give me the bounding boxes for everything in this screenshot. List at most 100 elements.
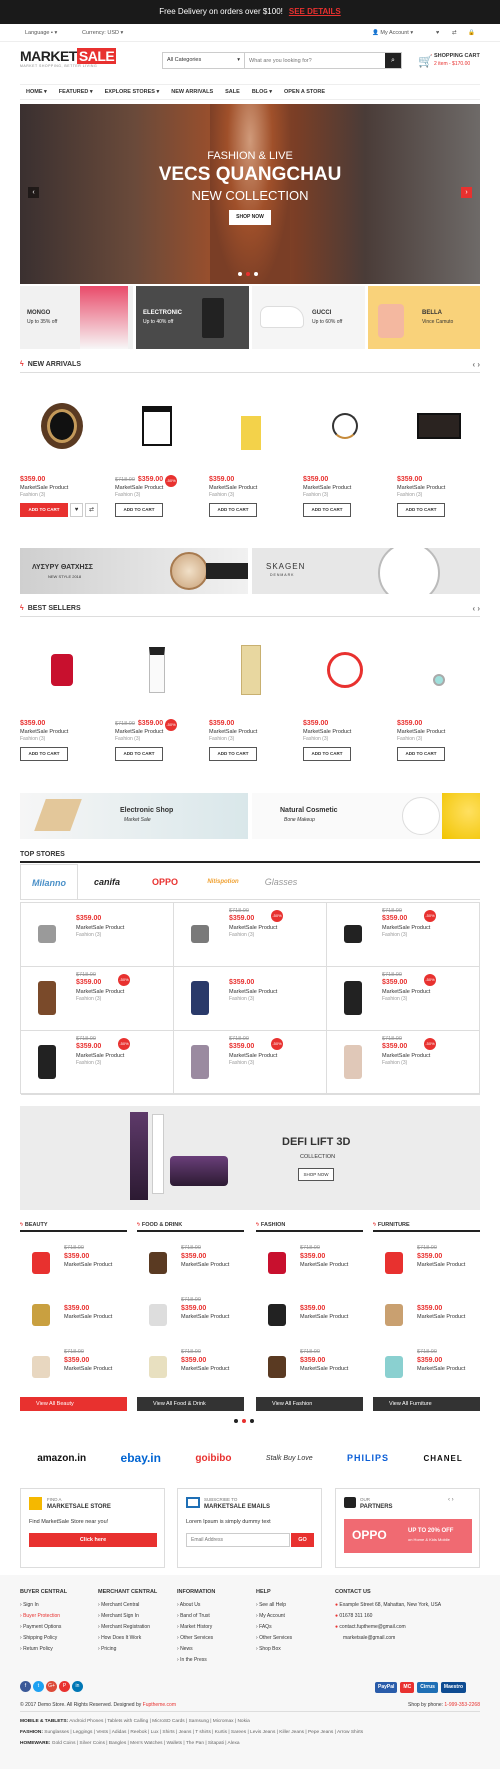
google-plus-icon[interactable]: G+ [46, 1681, 57, 1692]
brand-tab[interactable]: Nitispotion [194, 864, 252, 899]
nav-home[interactable]: HOME ▾ [20, 85, 53, 99]
page-dot[interactable] [234, 1419, 238, 1423]
product-image[interactable] [381, 1246, 407, 1280]
product-card[interactable]: $359.00 MarketSale Product Fashion (3) ADD … [397, 384, 482, 524]
hugo-icon[interactable] [307, 628, 383, 712]
designer-link[interactable]: Fuptheme.com [143, 1702, 176, 1708]
footer-link-row[interactable]: HOMEWARE: Gold Coins | Silver Coins | Ba… [20, 1738, 480, 1749]
product-name[interactable]: MarketSale Product [382, 925, 430, 931]
product-name[interactable]: MarketSale Product [397, 729, 445, 735]
product-card[interactable]: -50% $718.00 $359.00 MarketSale Product Fash… [115, 628, 200, 768]
category-product[interactable]: $718.00 $359.00 MarketSale Product [137, 1344, 244, 1394]
footer-link[interactable]: › Merchant Sign In [98, 1611, 157, 1622]
product-image[interactable] [184, 979, 216, 1017]
product-image[interactable] [145, 1246, 171, 1280]
promo-card-mongo[interactable]: MONGO Up to 35% off [20, 286, 133, 349]
brand-logo[interactable]: amazon.in [37, 1453, 86, 1464]
facebook-icon[interactable]: f [20, 1681, 31, 1692]
product-image[interactable] [264, 1350, 290, 1384]
hero-next-arrow[interactable]: › [461, 187, 472, 198]
account-menu[interactable]: 👤 My Account ▾ [372, 24, 413, 42]
product-image[interactable] [31, 915, 63, 953]
product-image[interactable] [28, 1246, 54, 1280]
footer-link[interactable]: › Market History [177, 1622, 215, 1633]
brand-tab[interactable]: OPPO [136, 864, 194, 899]
product-name[interactable]: MarketSale Product [382, 1053, 430, 1059]
brand-logo[interactable]: goibibo [195, 1453, 231, 1464]
page-dot[interactable] [250, 1419, 254, 1423]
footer-link-row[interactable]: MOBILE & TABLETS: Android Phones | Table… [20, 1716, 480, 1727]
compare-icon[interactable]: ⇄ [452, 24, 457, 42]
product-image[interactable] [28, 1298, 54, 1332]
brand-tab[interactable]: Glasses [252, 864, 310, 899]
skagen-banner[interactable]: SKAGEN DENMARK [252, 548, 480, 594]
product-card[interactable]: $359.00 MarketSale Product Fashion (3) ADD … [20, 384, 105, 524]
add-to-cart-button[interactable]: ADD TO CART [303, 747, 351, 761]
partner-arrows[interactable]: ‹ › [448, 1497, 454, 1503]
footer-link[interactable]: › FAQs [256, 1622, 292, 1633]
add-to-cart-button[interactable]: ADD TO CART [397, 747, 445, 761]
store-product[interactable]: $718.00 $359.00 -50% MarketSale Product Fash… [21, 1031, 174, 1095]
product-card[interactable]: $359.00 MarketSale Product Fashion (3) ADD … [303, 628, 388, 768]
product-image[interactable] [264, 1298, 290, 1332]
store-product[interactable]: $718.00 $359.00 -50% MarketSale Product Fash… [21, 967, 174, 1031]
hero-prev-arrow[interactable]: ‹ [28, 187, 39, 198]
watch-banner[interactable]: ΛΥΣΥΡΥ ΘΑΤΧΗΣΣ NEW STYLE 2018 [20, 548, 248, 594]
footer-link[interactable]: › Shipping Policy [20, 1633, 67, 1644]
product-image[interactable] [337, 979, 369, 1017]
product-image[interactable] [264, 1246, 290, 1280]
nav-blog[interactable]: BLOG ▾ [246, 85, 278, 99]
wishlist-icon[interactable]: ♥ [436, 24, 439, 42]
cart[interactable]: 🛒 SHOPPING CART 2 item - $170.00 [418, 52, 480, 72]
product-name[interactable]: MarketSale Product [303, 729, 351, 735]
natural-cosmetic-banner[interactable]: Natural Cosmetic Bone Makeup [252, 793, 480, 839]
product-name[interactable]: MarketSale Product [76, 1053, 124, 1059]
cream-icon[interactable] [213, 628, 289, 712]
add-to-cart-button[interactable]: ADD TO CART [115, 503, 163, 517]
add-to-cart-button[interactable]: ADD TO CART [20, 747, 68, 761]
footer-link[interactable]: › Sign In [20, 1600, 67, 1611]
product-name[interactable]: MarketSale Product [417, 1262, 465, 1268]
product-name[interactable]: MarketSale Product [64, 1262, 112, 1268]
store-product[interactable]: $359.00 MarketSale Product Fashion (3) [174, 967, 327, 1031]
footer-link[interactable]: › Pricing [98, 1644, 157, 1655]
shop-phone[interactable]: 1-999-353-2268 [444, 1702, 480, 1708]
brand-logo[interactable]: ebay.in [121, 1451, 161, 1465]
pinterest-icon[interactable]: P [59, 1681, 70, 1692]
product-name[interactable]: MarketSale Product [76, 989, 124, 995]
footer-link[interactable]: › Merchant Registration [98, 1622, 157, 1633]
lock-icon[interactable]: 🔒 [468, 24, 475, 42]
footer-link[interactable]: › News [177, 1644, 215, 1655]
view-all-button[interactable]: View All Food & Drink [137, 1397, 244, 1411]
view-all-button[interactable]: View All Furniture [373, 1397, 480, 1411]
bottle-icon[interactable] [119, 628, 195, 712]
product-name[interactable]: MarketSale Product [300, 1262, 348, 1268]
footer-link[interactable]: › How Does It Work [98, 1633, 157, 1644]
page-dot[interactable] [242, 1419, 246, 1423]
linkedin-icon[interactable]: in [72, 1681, 83, 1692]
product-image[interactable] [145, 1298, 171, 1332]
add-to-cart-button[interactable]: ADD TO CART [209, 503, 257, 517]
twitter-icon[interactable]: t [33, 1681, 44, 1692]
product-name[interactable]: MarketSale Product [181, 1314, 229, 1320]
search-button[interactable]: ⌕ [385, 53, 401, 68]
product-image[interactable] [337, 1043, 369, 1081]
category-product[interactable]: $718.00 $359.00 MarketSale Product [256, 1344, 363, 1394]
product-name[interactable]: MarketSale Product [303, 485, 351, 491]
watch-icon[interactable] [24, 384, 100, 468]
diffuser-icon[interactable] [213, 384, 289, 468]
footer-link[interactable]: › In the Press [177, 1655, 215, 1666]
nav-open-store[interactable]: OPEN A STORE [278, 85, 331, 99]
hero-dot[interactable] [238, 272, 242, 276]
product-image[interactable] [381, 1350, 407, 1384]
store-product[interactable]: $718.00 $359.00 -50% MarketSale Product Fash… [327, 967, 480, 1031]
product-name[interactable]: MarketSale Product [115, 729, 163, 735]
footer-link[interactable]: › About Us [177, 1600, 215, 1611]
add-to-cart-button[interactable]: ADD TO CART [20, 503, 68, 517]
category-product[interactable]: $359.00 MarketSale Product [373, 1292, 480, 1342]
email-input[interactable] [186, 1533, 290, 1547]
footer-link[interactable]: › Payment Options [20, 1622, 67, 1633]
product-name[interactable]: MarketSale Product [209, 729, 257, 735]
add-to-cart-button[interactable]: ADD TO CART [303, 503, 351, 517]
product-name[interactable]: MarketSale Product [229, 989, 277, 995]
